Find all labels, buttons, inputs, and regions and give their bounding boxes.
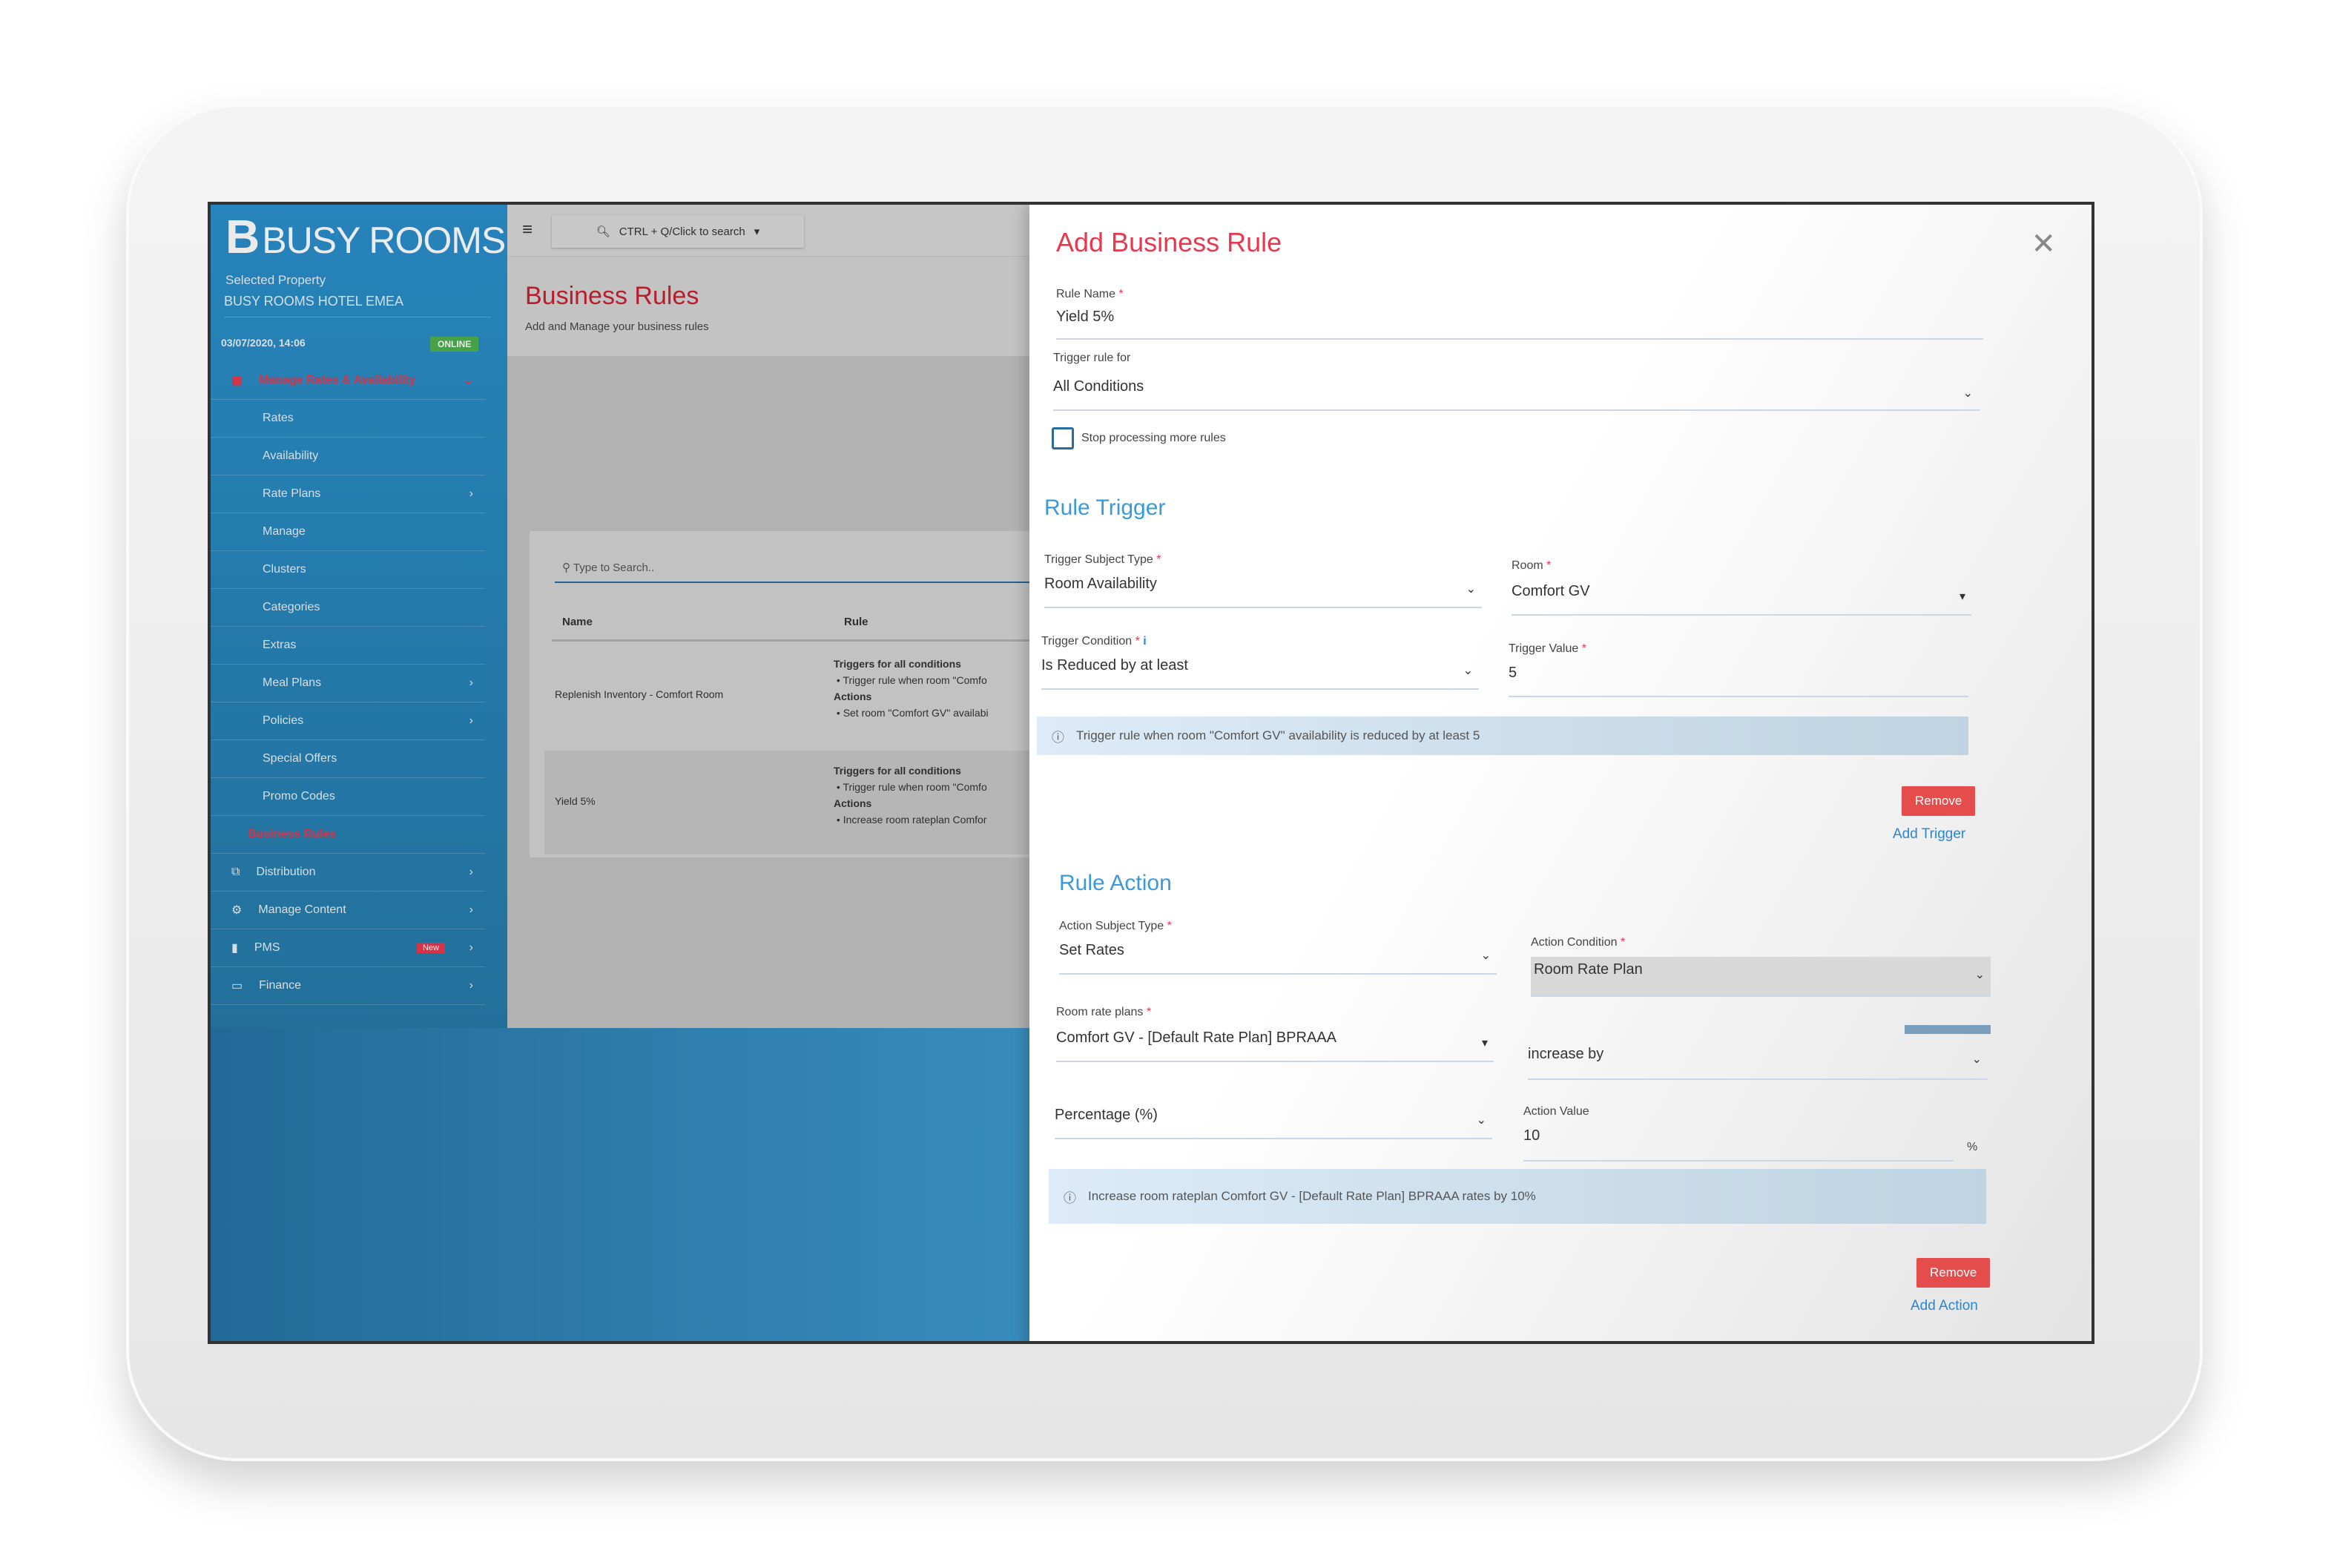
trigger-condition-label: Trigger Condition * i [1041,635,1147,648]
screen: BBUSY ROOMS Selected Property BUSY ROOMS… [208,202,2094,1344]
trigger-for-select[interactable]: All Conditions ⌄ [1053,378,1980,411]
room-select[interactable]: Comfort GV ▾ [1512,583,1971,616]
chevron-down-icon: ⌄ [1971,1053,1982,1066]
info-circle-icon: ⓘ [1064,1190,1076,1205]
trigger-condition-select[interactable]: Is Reduced by at least ⌄ [1041,657,1479,690]
unit-suffix: % [1967,1141,1978,1153]
action-subject-type-select[interactable]: Set Rates ⌄ [1059,942,1497,975]
add-trigger-link[interactable]: Add Trigger [1893,826,1965,843]
room-rate-plans-select[interactable]: Comfort GV - [Default Rate Plan] BPRAAA ▾ [1056,1030,1494,1062]
room-label: Room * [1512,559,1552,572]
rule-trigger-heading: Rule Trigger [1044,495,1166,520]
chevron-down-icon: ⌄ [1463,665,1473,677]
add-business-rule-modal: Add Business Rule ✕ Rule Name * Yield 5%… [1029,205,2092,1341]
remove-trigger-button[interactable]: Remove [1902,786,1976,816]
room-rate-plans-label: Room rate plans * [1056,1006,1152,1018]
action-condition-label: Action Condition * [1531,936,1626,949]
remove-action-button[interactable]: Remove [1916,1258,1991,1288]
close-icon[interactable]: ✕ [2031,227,2056,261]
chevron-down-icon: ⌄ [1476,1114,1486,1127]
modal-backdrop[interactable] [211,205,1029,1341]
info-icon[interactable]: i [1143,635,1146,648]
action-info-box: ⓘ Increase room rateplan Comfort GV - [De… [1049,1169,1986,1224]
chevron-down-icon: ⌄ [1480,949,1491,962]
caret-down-icon: ▾ [1959,590,1965,603]
add-action-link[interactable]: Add Action [1911,1298,1978,1314]
action-value-label: Action Value [1523,1105,1589,1118]
modal-title: Add Business Rule [1056,227,1282,257]
trigger-info-box: ⓘ Trigger rule when room "Comfort GV" ava… [1037,717,1968,755]
rule-action-heading: Rule Action [1059,871,1172,895]
trigger-value-input[interactable]: 5 [1509,665,1968,697]
rule-name-input[interactable]: Yield 5% [1056,309,1983,340]
chevron-down-icon: ⌄ [1962,387,1973,400]
info-circle-icon: ⓘ [1052,730,1064,745]
stop-processing-checkbox[interactable] [1052,427,1074,449]
trigger-for-label: Trigger rule for [1053,352,1131,364]
trigger-subject-type-label: Trigger Subject Type * [1044,553,1161,566]
progress-indicator [1905,1025,1991,1034]
action-subject-type-label: Action Subject Type * [1059,920,1172,932]
unit-type-select[interactable]: Percentage (%) ⌄ [1055,1107,1492,1139]
trigger-subject-type-select[interactable]: Room Availability ⌄ [1044,576,1482,608]
chevron-down-icon: ⌄ [1466,583,1476,596]
direction-select[interactable]: increase by ⌄ [1528,1046,1988,1080]
chevron-down-icon: ⌄ [1974,969,1985,981]
rule-name-label: Rule Name * [1056,288,1124,300]
caret-down-icon: ▾ [1481,1037,1488,1050]
action-condition-select[interactable]: Room Rate Plan ⌄ [1531,957,1991,997]
action-value-input[interactable]: 10 [1523,1127,1954,1162]
stop-processing-label: Stop processing more rules [1081,432,1226,444]
trigger-value-label: Trigger Value * [1509,642,1586,655]
